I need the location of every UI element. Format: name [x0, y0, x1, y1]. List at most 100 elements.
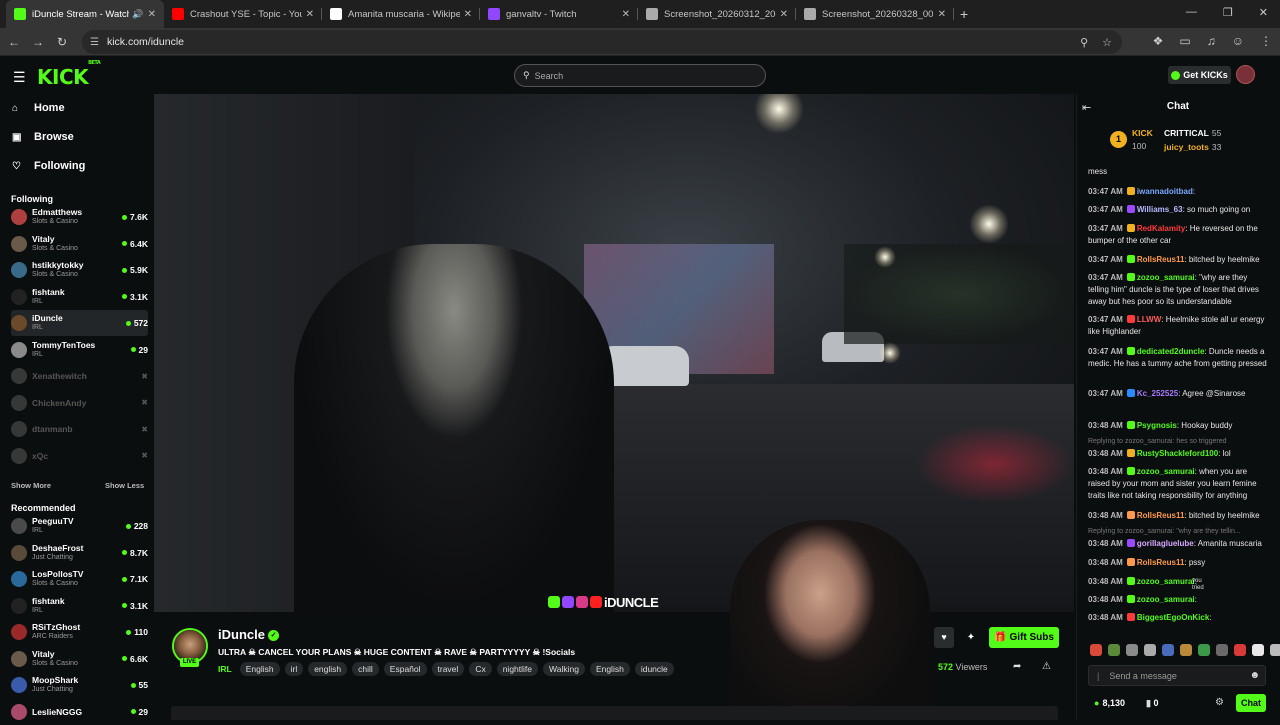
stream-tag[interactable]: Walking [543, 662, 585, 676]
nav-browse[interactable]: ▣ Browse [12, 131, 74, 143]
chat-username[interactable]: gorillagluelube [1137, 539, 1194, 548]
get-kicks-button[interactable]: Get KICKs [1168, 66, 1231, 84]
nav-following[interactable]: ♡ Following [12, 160, 85, 172]
zoom-icon[interactable]: ⚲ [1080, 36, 1088, 49]
menu-icon[interactable]: ☰ [13, 69, 26, 86]
nav-home[interactable]: ⌂ Home [12, 102, 65, 114]
kick-logo[interactable]: KICKBETA [37, 60, 101, 89]
chat-send-button[interactable]: Chat [1236, 694, 1266, 712]
forward-icon[interactable]: → [26, 35, 50, 49]
emote-icon[interactable] [1234, 644, 1246, 656]
browser-tab[interactable]: Screenshot_20260312_200537... ✕ [638, 0, 796, 28]
bookmark-star-icon[interactable]: ☆ [1102, 36, 1112, 49]
stream-tag[interactable]: iduncle [634, 662, 674, 676]
share-icon[interactable]: ➦ [1013, 661, 1021, 672]
chat-username[interactable]: RustyShackleford100 [1137, 449, 1218, 458]
search-input[interactable]: ⚲ Search [514, 64, 766, 87]
emote-icon[interactable] [1162, 644, 1174, 656]
tab-audio-icon[interactable]: 🔊 [132, 9, 143, 20]
emote-icon[interactable] [1090, 644, 1102, 656]
channel-item-offline[interactable]: xQc ✖ [11, 443, 148, 469]
close-window-icon[interactable]: ✕ [1259, 6, 1268, 19]
stream-tag[interactable]: nightlife [496, 662, 539, 676]
menu-dots-icon[interactable]: ⋮ [1260, 34, 1272, 48]
emote-icon[interactable] [1126, 644, 1138, 656]
profile-icon[interactable]: ☺ [1232, 34, 1244, 48]
tab-close-icon[interactable]: ✕ [622, 9, 630, 20]
media-icon[interactable]: ♫ [1207, 34, 1216, 48]
stream-tag[interactable]: irl [284, 662, 304, 676]
channel-item[interactable]: Vitaly Slots & Casino 6.6K [11, 646, 148, 672]
chat-username[interactable]: Williams_63 [1137, 205, 1183, 214]
leaderboard-entry[interactable]: juicy_toots 33 [1164, 142, 1221, 152]
channel-item[interactable]: Edmatthews Slots & Casino 7.6K [11, 204, 148, 230]
leaderboard-entry[interactable]: CRITTICAL 55 [1164, 128, 1221, 138]
chat-username[interactable]: RollsReus11 [1137, 511, 1185, 520]
channel-item[interactable]: fishtank IRL 3.1K [11, 593, 148, 619]
channel-item-offline[interactable]: ChickenAndy ✖ [11, 390, 148, 416]
chat-username[interactable]: zozoo_samurai [1137, 577, 1195, 586]
tab-close-icon[interactable]: ✕ [148, 9, 156, 20]
category-link[interactable]: IRL [218, 664, 232, 674]
boost-button[interactable]: ✦ [961, 627, 981, 648]
report-icon[interactable]: ⚠ [1042, 661, 1051, 672]
cast-icon[interactable]: ▭ [1179, 34, 1190, 48]
reload-icon[interactable]: ↻ [50, 35, 74, 49]
tab-close-icon[interactable]: ✕ [464, 9, 472, 20]
channel-item-offline[interactable]: dtanmanb ✖ [11, 416, 148, 442]
chat-username[interactable]: RedKalamity [1137, 224, 1185, 233]
follow-button[interactable]: ♥ [934, 627, 954, 648]
site-info-icon[interactable]: ☰ [90, 37, 99, 48]
emote-icon[interactable] [1252, 644, 1264, 656]
channel-item[interactable]: PeeguuTV IRL 228 [11, 513, 148, 539]
emote-icon[interactable] [1270, 644, 1280, 656]
chat-input[interactable]: | Send a message ☻ [1088, 665, 1266, 686]
maximize-icon[interactable]: ❐ [1223, 6, 1233, 19]
emote-icon[interactable] [1198, 644, 1210, 656]
tab-close-icon[interactable]: ✕ [306, 9, 314, 20]
channel-item[interactable]: LeslieNGGG 29 [11, 699, 148, 725]
chat-username[interactable]: RollsReus11 [1137, 255, 1185, 264]
stream-tag[interactable]: English [239, 662, 280, 676]
channel-item[interactable]: iDuncle IRL 572 [11, 310, 148, 336]
chat-username[interactable]: Psygnosis [1137, 421, 1177, 430]
chat-username[interactable]: Kc_252525 [1137, 389, 1178, 398]
emoji-icon[interactable]: ☻ [1249, 670, 1260, 681]
new-tab-button[interactable]: + [960, 6, 968, 22]
emote-icon[interactable] [1108, 644, 1120, 656]
url-field[interactable]: ☰ kick.com/iduncle ⚲ ☆ [82, 30, 1122, 54]
gift-subs-button[interactable]: 🎁 Gift Subs [989, 627, 1059, 648]
badge-count[interactable]: ▮ 0 [1146, 698, 1158, 709]
browser-tab[interactable]: ganvaltv - Twitch ✕ [480, 0, 638, 28]
back-icon[interactable]: ← [2, 35, 26, 49]
chat-settings-icon[interactable]: ⚙ [1215, 697, 1224, 708]
stream-tag[interactable]: travel [431, 662, 465, 676]
browser-tab[interactable]: Amanita muscaria - Wikipedia ✕ [322, 0, 480, 28]
emote-icon[interactable] [1180, 644, 1192, 656]
chat-username[interactable]: BiggestEgoOnKick [1137, 613, 1209, 622]
browser-tab[interactable]: Crashout YSE - Topic - YouTube ✕ [164, 0, 322, 28]
stream-tag[interactable]: chill [352, 662, 379, 676]
show-less-button[interactable]: Show Less [105, 481, 144, 490]
chat-username[interactable]: zozoo_samurai [1137, 467, 1195, 476]
channel-item[interactable]: MoopShark Just Chatting 55 [11, 672, 148, 698]
channel-item[interactable]: TommyTenToes IRL 29 [11, 337, 148, 363]
stream-tag[interactable]: english [308, 662, 348, 676]
video-player[interactable] [154, 94, 1074, 612]
browser-tab[interactable]: iDuncle Stream - Watch Live🔊 ✕ [6, 0, 164, 28]
collapse-chat-icon[interactable]: ⇤ [1082, 101, 1091, 114]
emote-icon[interactable] [1216, 644, 1228, 656]
browser-tab[interactable]: Screenshot_20260328_003457... ✕ [796, 0, 954, 28]
channel-item[interactable]: RSiTzGhost ARC Raiders 110 [11, 619, 148, 645]
chat-username[interactable]: RollsReus11 [1137, 558, 1185, 567]
chat-username[interactable]: zozoo_samurai [1137, 595, 1195, 604]
tab-close-icon[interactable]: ✕ [938, 9, 946, 20]
channel-item[interactable]: DeshaeFrost Just Chatting 8.7K [11, 540, 148, 566]
minimize-icon[interactable]: — [1186, 6, 1197, 19]
chat-username[interactable]: zozoo_samurai [1137, 273, 1195, 282]
user-avatar[interactable] [1236, 65, 1255, 84]
stream-tag[interactable]: English [589, 662, 630, 676]
channel-item[interactable]: Vitaly Slots & Casino 6.4K [11, 231, 148, 257]
channel-name[interactable]: iDuncle [218, 627, 265, 642]
stream-tag[interactable]: Cx [469, 662, 492, 676]
